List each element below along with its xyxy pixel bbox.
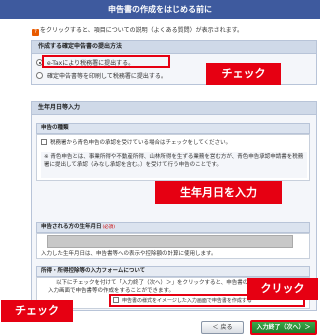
return-type-heading: 申告の種類 — [36, 123, 310, 134]
note-mark: ※ — [44, 154, 49, 160]
radio-print-control[interactable] — [36, 72, 43, 79]
help-text: をクリックすると、項目についての説明（よくある質問）が表示されます。 — [40, 27, 243, 34]
next-button[interactable]: 入力終了（次へ）＞ — [250, 320, 317, 335]
blue-return-checkbox-label: 税務署から青色申告の承認を受けている場合はチェックをしてください。 — [50, 140, 232, 146]
blue-return-checkbox-row[interactable]: 税務署から青色申告の承認を受けている場合はチェックをしてください。 — [41, 139, 307, 147]
callout-check-2: チェック — [1, 300, 73, 322]
form-choice-heading: 所得・所得控除等の入力フォームについて — [36, 266, 310, 277]
radio-print-label: 確定申告書等を印刷して税務署に提出する。 — [47, 73, 167, 80]
callout-click: クリック — [247, 278, 318, 300]
required-badge: (必須) — [102, 225, 116, 230]
back-button[interactable]: ＜ 戻る — [201, 321, 244, 334]
page-title: 申告書の作成をはじめる前に — [0, 0, 320, 19]
help-line: ? をクリックすると、項目についての説明（よくある質問）が表示されます。 — [32, 25, 243, 36]
birthdate-heading: 申告される方の生年月日(必須) — [36, 222, 310, 233]
callout-birthdate: 生年月日を入力 — [155, 181, 282, 204]
birthdate-label: 申告される方の生年月日 — [41, 224, 102, 230]
blue-return-note: ※ 青色申告とは、事業所得や不動産所得、山林所得を生ずる業務を営む方が、青色申告… — [41, 152, 307, 178]
birthdate-section-heading: 生年月日等入力 — [31, 101, 317, 115]
blue-return-note-text: 青色申告とは、事業所得や不動産所得、山林所得を生ずる業務を営む方が、青色申告承認… — [44, 154, 304, 168]
blue-return-checkbox[interactable] — [41, 139, 47, 145]
callout-check-1: チェック — [206, 63, 281, 85]
birthdate-input[interactable] — [47, 235, 293, 248]
highlight-etax — [42, 55, 170, 68]
birthdate-note: 入力した生年月日は、申告書等への表示や控除額の計算に使用します。 — [41, 251, 217, 257]
radio-print[interactable]: 確定申告書等を印刷して税務署に提出する。 — [36, 71, 167, 80]
question-icon: ? — [32, 29, 39, 36]
submission-heading: 作成する確定申告書の提出方法 — [31, 40, 317, 54]
